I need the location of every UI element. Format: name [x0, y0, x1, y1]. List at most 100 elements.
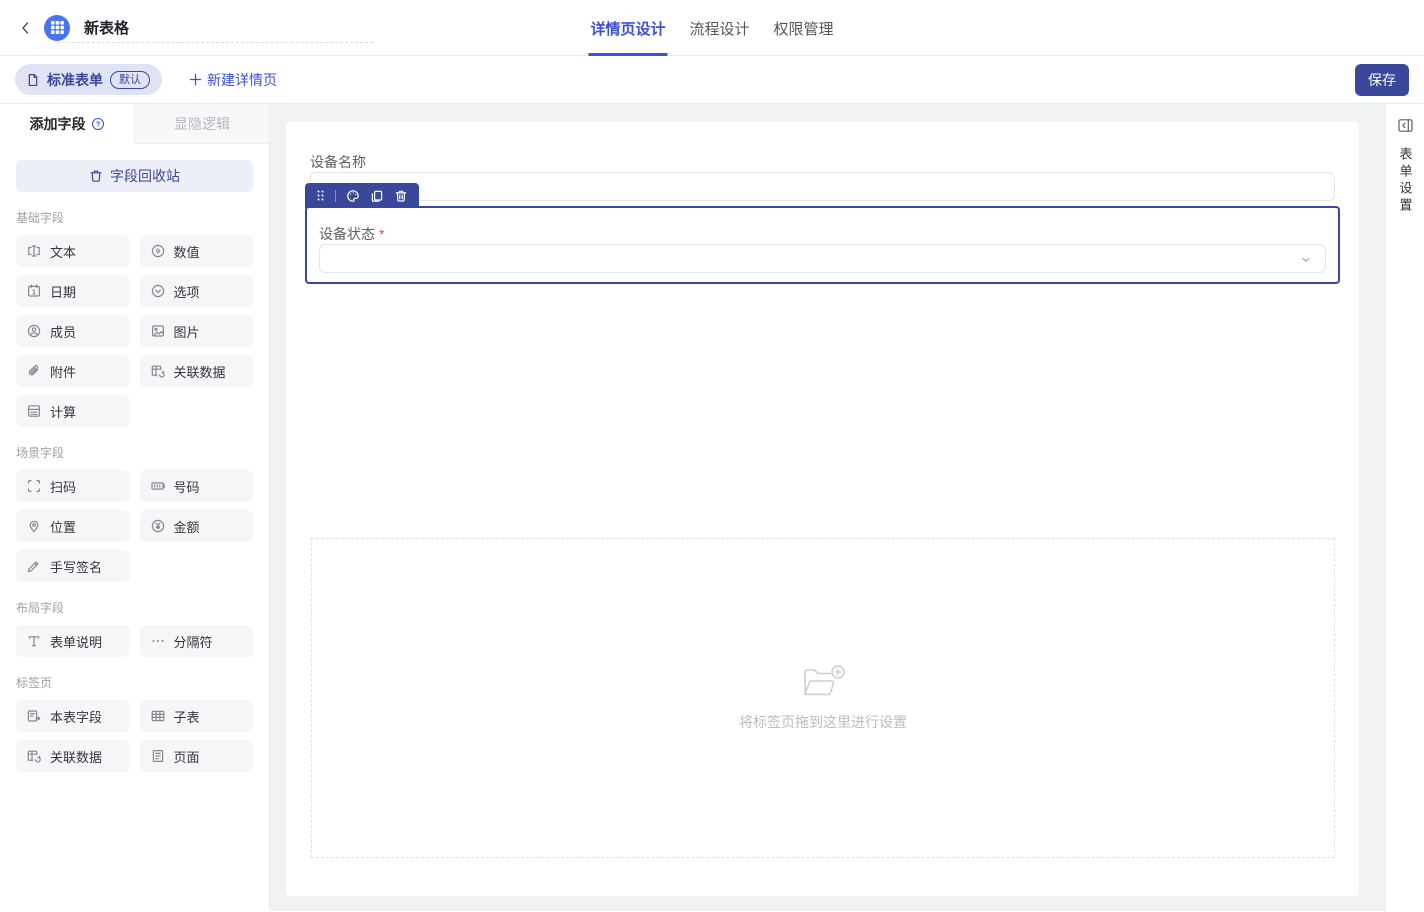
field-item-amount[interactable]: 金额	[140, 510, 254, 542]
field-item-attachment[interactable]: 附件	[16, 355, 130, 387]
table-fields-icon	[26, 708, 42, 724]
form-settings-label[interactable]: 表单设置	[1396, 147, 1415, 215]
new-detail-page-button[interactable]: 新建详情页	[189, 70, 277, 90]
panel-collapse-icon[interactable]	[1397, 117, 1414, 134]
field-item-label: 关联数据	[50, 747, 102, 766]
field-item-divider[interactable]: 分隔符	[140, 625, 254, 657]
signature-pen-icon	[26, 558, 42, 574]
section-tab-pages: 标签页	[16, 676, 253, 690]
folder-plus-icon	[800, 664, 846, 700]
field-item-label: 号码	[174, 477, 200, 496]
app-header: 新表格 详情页设计 流程设计 权限管理	[0, 0, 1424, 56]
field-item-label: 分隔符	[174, 632, 213, 651]
field-item-label: 表单说明	[50, 632, 102, 651]
design-canvas: 设备名称	[270, 104, 1385, 911]
chevron-circle-icon	[150, 283, 166, 299]
currency-yuan-icon	[150, 518, 166, 534]
field-item-label: 页面	[174, 747, 200, 766]
add-field-label: 添加字段	[30, 114, 86, 134]
field-item-signature[interactable]: 手写签名	[16, 550, 130, 582]
header-tabs: 详情页设计 流程设计 权限管理	[588, 0, 835, 56]
required-asterisk: *	[379, 226, 384, 242]
member-icon	[26, 323, 42, 339]
standard-form-label: 标准表单	[47, 70, 103, 90]
subtable-icon	[150, 708, 166, 724]
field-item-form-note[interactable]: 表单说明	[16, 625, 130, 657]
field-item-this-table-fields[interactable]: 本表字段	[16, 700, 130, 732]
field-item-label: 文本	[50, 242, 76, 261]
basic-fields-grid: 文本 9 数值 1 日期 选项 成员 图片	[16, 235, 253, 427]
selected-field-toolbar	[305, 183, 419, 208]
field-item-number-plate[interactable]: 号码	[140, 470, 254, 502]
field-item-scan[interactable]: 扫码	[16, 470, 130, 502]
svg-text:?: ?	[95, 120, 100, 129]
tab-flow-design[interactable]: 流程设计	[687, 0, 751, 56]
field-item-subtable[interactable]: 子表	[140, 700, 254, 732]
field-item-location[interactable]: 位置	[16, 510, 130, 542]
standard-form-pill[interactable]: 标准表单 默认	[15, 64, 162, 95]
drag-handle-icon[interactable]	[316, 189, 325, 202]
detail-page-toolbar: 标准表单 默认 新建详情页 保存	[0, 56, 1424, 104]
field-item-linked-data-tab[interactable]: 关联数据	[16, 740, 130, 772]
text-cursor-icon	[26, 243, 42, 259]
tab-permission-management[interactable]: 权限管理	[772, 0, 836, 56]
section-basic-fields: 基础字段	[16, 211, 253, 225]
field-item-label: 子表	[174, 707, 200, 726]
field-block-device-status-selected[interactable]: 设备状态*	[305, 206, 1340, 284]
copy-icon[interactable]	[370, 189, 384, 203]
default-badge: 默认	[110, 71, 150, 89]
field-item-calc[interactable]: 计算	[16, 395, 130, 427]
question-circle-icon[interactable]: ?	[91, 117, 105, 131]
save-button[interactable]: 保存	[1355, 64, 1409, 96]
field-item-image[interactable]: 图片	[140, 315, 254, 347]
device-status-label: 设备状态	[319, 226, 375, 242]
trash-icon[interactable]	[394, 189, 408, 203]
calendar-icon: 1	[26, 283, 42, 299]
ellipsis-icon	[150, 633, 166, 649]
visibility-logic-label: 显隐逻辑	[174, 114, 230, 134]
tab-detail-page-design[interactable]: 详情页设计	[588, 0, 667, 56]
field-palette-sidebar: 添加字段 ? 显隐逻辑 字段回收站 基础字段 文本 9 数值 1 日期	[0, 104, 270, 911]
section-scene-fields: 场景字段	[16, 446, 253, 460]
field-label: 设备名称	[310, 152, 1335, 172]
form-document-icon	[26, 73, 40, 87]
field-item-label: 附件	[50, 362, 76, 381]
field-item-label: 手写签名	[50, 557, 102, 576]
scene-fields-grid: 扫码 号码 位置 金额 手写签名	[16, 470, 253, 582]
field-item-label: 位置	[50, 517, 76, 536]
section-layout-fields: 布局字段	[16, 601, 253, 615]
page-title[interactable]: 新表格	[84, 17, 129, 38]
svg-text:1: 1	[32, 287, 36, 296]
device-name-input[interactable]	[310, 172, 1335, 201]
palette-icon[interactable]	[346, 189, 360, 203]
field-item-label: 日期	[50, 282, 76, 301]
field-item-label: 选项	[174, 282, 200, 301]
field-block-device-name[interactable]: 设备名称	[310, 152, 1335, 201]
field-recycle-bin-label: 字段回收站	[110, 166, 180, 186]
field-item-date[interactable]: 1 日期	[16, 275, 130, 307]
field-item-label: 计算	[50, 402, 76, 421]
title-rename-underline	[57, 42, 373, 43]
field-item-option[interactable]: 选项	[140, 275, 254, 307]
new-detail-page-label: 新建详情页	[207, 70, 277, 90]
number-plate-icon	[150, 478, 166, 494]
tab-page-dropzone[interactable]: 将标签页拖到这里进行设置	[311, 538, 1335, 858]
field-recycle-bin-button[interactable]: 字段回收站	[16, 160, 253, 192]
svg-text:9: 9	[155, 247, 159, 256]
field-label: 设备状态*	[319, 224, 1326, 244]
field-item-label: 本表字段	[50, 707, 102, 726]
location-pin-icon	[26, 518, 42, 534]
tab-visibility-logic[interactable]: 显隐逻辑	[134, 104, 269, 144]
device-status-select[interactable]	[319, 244, 1326, 273]
field-item-label: 数值	[174, 242, 200, 261]
tab-add-field[interactable]: 添加字段 ?	[0, 104, 134, 144]
field-item-linked-data[interactable]: 关联数据	[140, 355, 254, 387]
field-item-member[interactable]: 成员	[16, 315, 130, 347]
toolbar-divider	[335, 190, 336, 202]
field-item-page[interactable]: 页面	[140, 740, 254, 772]
back-button[interactable]	[16, 18, 36, 38]
field-item-number[interactable]: 9 数值	[140, 235, 254, 267]
field-item-label: 扫码	[50, 477, 76, 496]
linked-data-icon	[26, 748, 42, 764]
field-item-text[interactable]: 文本	[16, 235, 130, 267]
